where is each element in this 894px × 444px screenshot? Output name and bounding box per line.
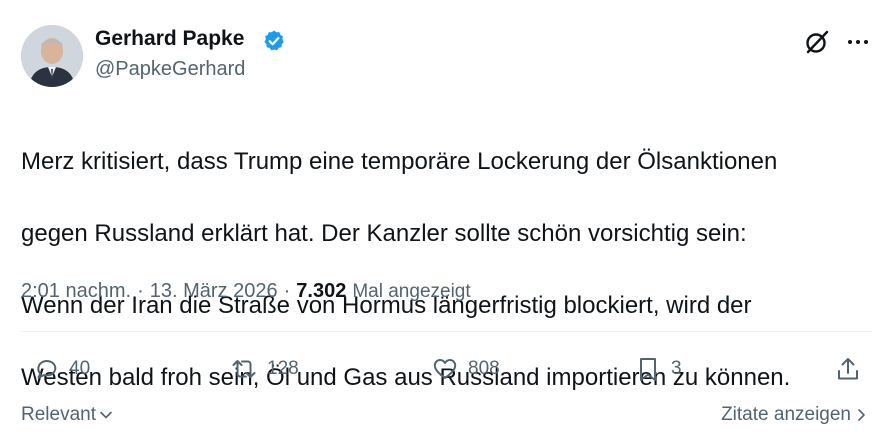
views-label: Mal angezeigt bbox=[352, 281, 471, 302]
bookmark-count: 3 bbox=[671, 358, 682, 379]
display-name[interactable]: Gerhard Papke bbox=[95, 27, 244, 51]
views-count[interactable]: 7.302 bbox=[296, 280, 346, 303]
verified-badge-icon[interactable] bbox=[262, 29, 286, 53]
grok-icon[interactable] bbox=[803, 28, 831, 56]
tweet-meta: 2:01 nachm. · 13. März 2026 · 7.302 Mal … bbox=[21, 280, 471, 303]
tweet-line: Merz kritisiert, dass Trump eine temporä… bbox=[21, 148, 778, 175]
handle[interactable]: @PapkeGerhard bbox=[95, 58, 245, 81]
avatar-image bbox=[21, 25, 83, 87]
tweet-line: gegen Russland erklärt hat. Der Kanzler … bbox=[21, 220, 747, 247]
meta-separator: · bbox=[137, 280, 144, 302]
like-icon bbox=[433, 359, 457, 379]
like-count: 808 bbox=[468, 358, 500, 379]
share-icon bbox=[838, 358, 858, 380]
like-button[interactable]: 808 bbox=[431, 353, 500, 385]
view-quotes-link[interactable]: Zitate anzeigen bbox=[721, 404, 868, 426]
share-button[interactable] bbox=[834, 353, 862, 385]
timestamp-time[interactable]: 2:01 nachm. bbox=[21, 280, 131, 303]
repost-button[interactable]: 128 bbox=[230, 353, 299, 385]
sort-label: Relevant bbox=[21, 404, 96, 425]
more-icon[interactable] bbox=[844, 28, 872, 56]
timestamp-date[interactable]: 13. März 2026 bbox=[150, 280, 278, 303]
meta-separator: · bbox=[283, 280, 291, 302]
repost-icon bbox=[232, 360, 256, 378]
repost-count: 128 bbox=[267, 358, 299, 379]
reply-count: 40 bbox=[69, 358, 91, 379]
avatar[interactable] bbox=[21, 25, 83, 87]
bookmark-icon bbox=[640, 358, 656, 381]
reply-button[interactable]: 40 bbox=[32, 353, 90, 385]
divider bbox=[21, 331, 872, 332]
chevron-down-icon bbox=[100, 411, 112, 419]
reply-icon bbox=[37, 360, 57, 379]
chevron-right-icon bbox=[858, 409, 865, 421]
sort-replies-dropdown[interactable]: Relevant bbox=[21, 404, 113, 426]
quotes-label: Zitate anzeigen bbox=[721, 404, 851, 425]
bookmark-button[interactable]: 3 bbox=[634, 353, 682, 385]
